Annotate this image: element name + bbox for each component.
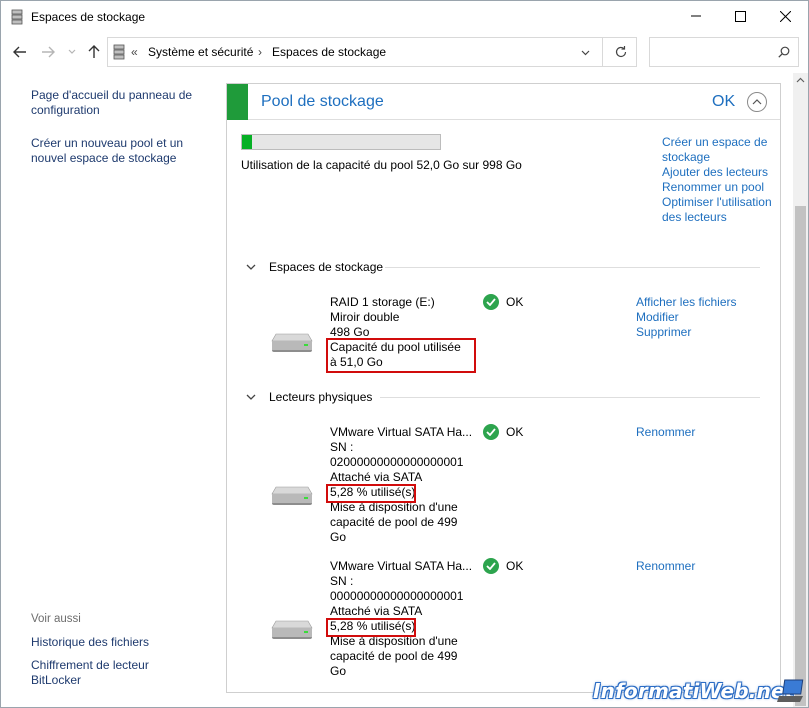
drive-name: VMware Virtual SATA Ha... [330, 425, 473, 439]
ok-check-icon [483, 424, 499, 440]
ok-check-icon [483, 558, 499, 574]
search-input[interactable] [649, 37, 799, 67]
chevron-down-icon[interactable] [581, 50, 590, 56]
pool-title: Pool de stockage [261, 93, 384, 110]
drive-sn: 00000000000000000001 [330, 589, 464, 603]
space-resiliency: Miroir double [330, 310, 400, 324]
highlight-box [326, 338, 476, 373]
storage-pool-panel: Pool de stockage OK Utilisation de la ca… [226, 83, 781, 693]
optimize-drives-link[interactable]: Optimiser l'utilisation des lecteurs [662, 195, 777, 225]
space-status: OK [483, 294, 523, 310]
see-also-label: Voir aussi [31, 613, 81, 625]
arrow-up-icon [88, 45, 100, 58]
file-history-link[interactable]: Historique des fichiers [31, 635, 206, 650]
delete-link[interactable]: Supprimer [636, 325, 766, 340]
drive-sn: 02000000000000000001 [330, 455, 464, 469]
title-bar: Espaces de stockage [1, 1, 808, 33]
pool-header: Pool de stockage OK [227, 84, 780, 120]
breadcrumb-overflow[interactable]: « [131, 45, 138, 59]
up-button[interactable] [85, 43, 103, 61]
window-title: Espaces de stockage [31, 10, 146, 24]
chevron-down-icon [246, 394, 256, 400]
storage-spaces-label: Espaces de stockage [269, 260, 384, 274]
pool-usage-text: Utilisation de la capacité du pool 52,0 … [241, 158, 522, 172]
minimize-icon [690, 15, 701, 17]
drive-sn-label: SN : [330, 440, 354, 454]
rename-drive-link[interactable]: Renommer [636, 559, 695, 574]
rename-drive-link[interactable]: Renommer [636, 425, 695, 440]
pool-usage-fill [242, 135, 253, 149]
watermark: InformatiWeb.net [593, 679, 795, 703]
control-panel-home-link[interactable]: Page d'accueil du panneau de configurati… [31, 88, 206, 118]
breadcrumb-system-security[interactable]: Système et sécurité [148, 45, 253, 59]
drive-status: OK [483, 424, 523, 440]
pool-usage-bar [241, 134, 441, 150]
minimize-button[interactable] [673, 1, 718, 31]
highlight-box [326, 618, 416, 637]
breadcrumb-storage-spaces[interactable]: Espaces de stockage [272, 45, 386, 59]
arrow-right-icon [42, 46, 55, 58]
drive-provided: Mise à disposition d'une capacité de poo… [330, 634, 458, 678]
bitlocker-link[interactable]: Chiffrement de lecteur BitLocker [31, 658, 171, 688]
ok-check-icon [483, 294, 499, 310]
maximize-button[interactable] [718, 1, 763, 31]
highlight-box [326, 484, 416, 503]
breadcrumb-separator: › [258, 45, 262, 59]
physical-drives-label: Lecteurs physiques [269, 390, 373, 404]
close-button[interactable] [763, 1, 808, 31]
physical-drive-icon [271, 486, 313, 505]
refresh-icon[interactable] [614, 45, 628, 59]
rename-pool-link[interactable]: Renommer un pool [662, 180, 777, 195]
storage-app-icon [11, 9, 23, 25]
collapse-pool-button[interactable] [747, 92, 767, 112]
address-divider [602, 38, 603, 66]
forward-button[interactable] [39, 43, 57, 61]
search-icon [778, 46, 790, 58]
laptop-logo-icon [777, 679, 804, 702]
maximize-icon [735, 10, 746, 22]
back-button[interactable] [11, 43, 29, 61]
pool-status: OK [712, 93, 736, 110]
show-files-link[interactable]: Afficher les fichiers [636, 295, 766, 310]
pool-status-bar [227, 84, 248, 120]
modify-link[interactable]: Modifier [636, 310, 766, 325]
scrollbar-thumb[interactable] [795, 206, 806, 706]
scroll-up-icon[interactable] [796, 77, 805, 83]
drive-name: VMware Virtual SATA Ha... [330, 559, 473, 573]
recent-locations-button[interactable] [63, 43, 81, 61]
drive-provided: Mise à disposition d'une capacité de poo… [330, 500, 458, 544]
chevron-down-icon [246, 264, 256, 270]
chevron-up-icon [752, 99, 762, 105]
close-icon [780, 10, 791, 22]
storage-space-drive-icon [271, 333, 313, 352]
drive-sn-label: SN : [330, 574, 354, 588]
drive-status: OK [483, 558, 523, 574]
drive-attached: Attaché via SATA [330, 470, 423, 484]
add-drives-link[interactable]: Ajouter des lecteurs [662, 165, 777, 180]
drive-attached: Attaché via SATA [330, 604, 423, 618]
create-space-link[interactable]: Créer un espace de stockage [662, 135, 777, 165]
storage-spaces-window: Espaces de stockage « Système et sécurit… [0, 0, 809, 708]
space-name: RAID 1 storage (E:) [330, 295, 435, 309]
storage-location-icon [113, 44, 125, 60]
chevron-down-icon [68, 49, 76, 54]
physical-drive-icon [271, 620, 313, 639]
address-bar[interactable]: « Système et sécurité › Espaces de stock… [107, 37, 637, 67]
arrow-left-icon [13, 46, 26, 58]
create-pool-link[interactable]: Créer un nouveau pool et un nouvel espac… [31, 136, 206, 166]
